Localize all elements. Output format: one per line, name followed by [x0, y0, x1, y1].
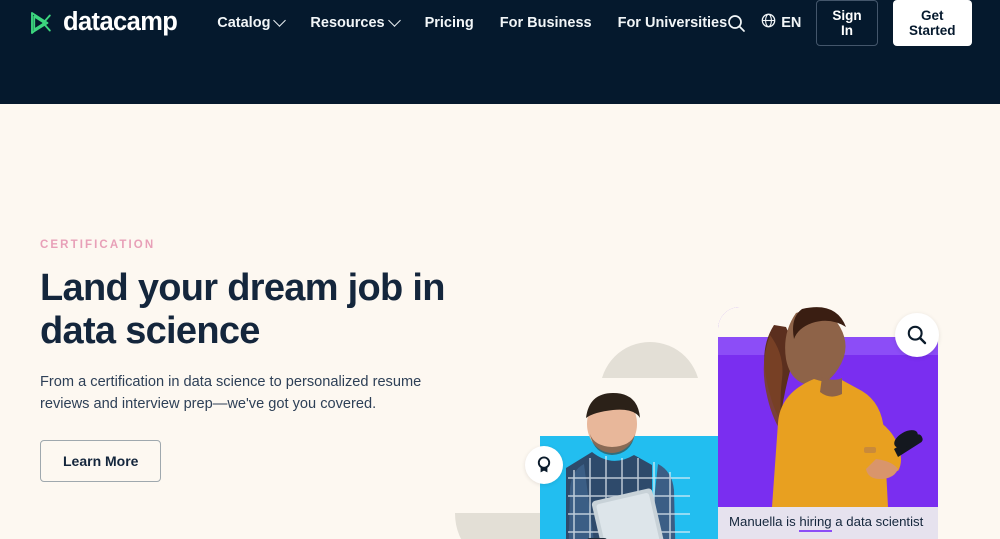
nav-item-for-business[interactable]: For Business — [500, 15, 592, 31]
page-title: Land your dream job in data science — [40, 267, 445, 352]
sign-in-button[interactable]: Sign In — [816, 0, 878, 46]
nav-item-label: Resources — [310, 15, 385, 31]
search-icon[interactable] — [727, 14, 746, 33]
josh-photo — [540, 378, 720, 539]
nav-item-label: Pricing — [424, 15, 474, 31]
learn-more-button[interactable]: Learn More — [40, 440, 162, 483]
hero-section: CERTIFICATION Land your dream job in dat… — [0, 104, 1000, 539]
manuella-caption-prefix: Manuella is — [729, 514, 800, 529]
language-label: EN — [781, 15, 802, 31]
globe-icon — [761, 13, 776, 33]
page-root: datacamp Catalog Resources Pricing For B… — [0, 0, 1000, 539]
datacamp-logo-mark-icon — [28, 10, 54, 36]
manuella-caption-text: Manuella is hiring a data scientist — [729, 513, 927, 532]
nav-item-label: Catalog — [217, 15, 271, 31]
award-badge-icon — [525, 446, 563, 484]
nav-item-catalog[interactable]: Catalog — [217, 13, 287, 31]
nav-actions: EN Sign In Get Started — [727, 0, 972, 46]
nav-inner: datacamp Catalog Resources Pricing For B… — [0, 0, 1000, 46]
nav-item-for-universities[interactable]: For Universities — [618, 15, 728, 31]
manuella-caption-suffix: a data scientist — [831, 514, 924, 529]
josh-certified-card[interactable]: Josh is a certified data scientist — [540, 378, 720, 539]
manuella-caption-highlight: hiring — [799, 514, 832, 532]
chevron-down-icon — [387, 13, 401, 27]
brand-name: datacamp — [63, 8, 178, 37]
manuella-caption: Manuella is hiring a data scientist — [718, 507, 938, 539]
nav-item-label: For Business — [499, 15, 592, 31]
primary-nav-links: Catalog Resources Pricing For Business F… — [217, 13, 728, 31]
language-selector[interactable]: EN — [761, 13, 801, 33]
hero-copy: CERTIFICATION Land your dream job in dat… — [40, 239, 470, 483]
hero-description: From a certification in data science to … — [40, 373, 422, 413]
brand-logo[interactable]: datacamp — [28, 8, 178, 37]
search-icon[interactable] — [895, 313, 939, 357]
hero-eyebrow: CERTIFICATION — [40, 239, 156, 251]
chevron-down-icon — [273, 13, 287, 27]
nav-item-resources[interactable]: Resources — [310, 13, 401, 31]
hero-illustration: Josh is a certified data scientist — [440, 208, 1000, 539]
top-navigation-bar: datacamp Catalog Resources Pricing For B… — [0, 0, 1000, 104]
get-started-button[interactable]: Get Started — [892, 0, 972, 46]
nav-item-label: For Universities — [617, 15, 728, 31]
nav-item-pricing[interactable]: Pricing — [425, 15, 474, 31]
